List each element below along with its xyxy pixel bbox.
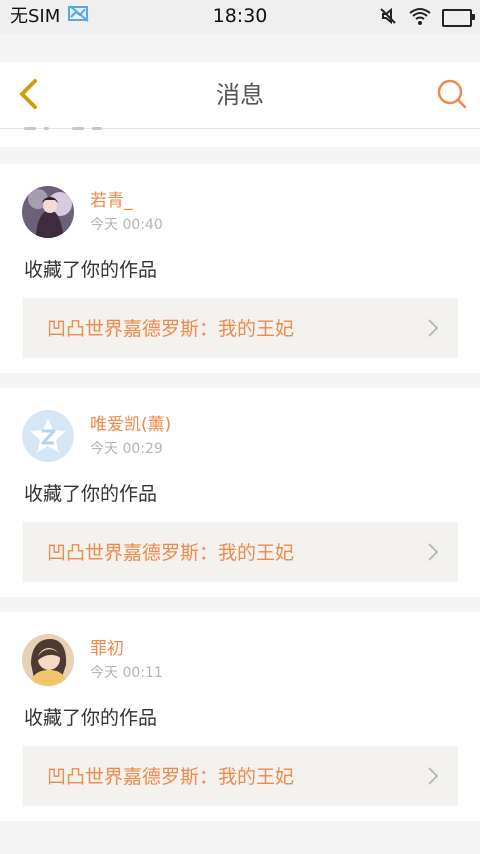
user-name[interactable]: 罪初	[90, 638, 124, 660]
status-bar: 无SIM 18:30	[0, 0, 480, 33]
search-icon	[437, 79, 467, 109]
work-link[interactable]: 凹凸世界嘉德罗斯：我的王妃	[23, 298, 458, 358]
message-time: 今天 00:29	[90, 441, 163, 457]
avatar[interactable]	[22, 634, 74, 686]
battery-icon	[442, 9, 475, 27]
partial-text-fragment	[92, 127, 102, 130]
message-action: 收藏了你的作品	[24, 707, 158, 729]
page-title: 消息	[216, 81, 264, 109]
navigation-bar: 消息	[0, 62, 480, 129]
avatar[interactable]	[22, 186, 74, 238]
partial-message-strip	[0, 127, 480, 147]
work-link[interactable]: 凹凸世界嘉德罗斯：我的王妃	[23, 746, 458, 806]
mute-icon	[378, 6, 398, 30]
status-right	[378, 6, 475, 30]
user-name[interactable]: 唯爱凯(薰)	[90, 414, 171, 436]
work-title: 凹凸世界嘉德罗斯：我的王妃	[47, 542, 295, 564]
message-action: 收藏了你的作品	[24, 259, 158, 281]
chevron-right-icon	[428, 319, 439, 337]
message-card[interactable]: 罪初 今天 00:11 收藏了你的作品 凹凸世界嘉德罗斯：我的王妃	[0, 612, 480, 821]
chevron-right-icon	[428, 543, 439, 561]
search-button[interactable]	[436, 78, 468, 110]
partial-text-fragment	[72, 127, 84, 130]
message-time: 今天 00:40	[90, 217, 163, 233]
partial-text-fragment	[24, 127, 36, 130]
partial-text-fragment	[44, 127, 49, 130]
message-action: 收藏了你的作品	[24, 483, 158, 505]
chevron-right-icon	[428, 767, 439, 785]
message-card[interactable]: 唯爱凯(薰) 今天 00:29 收藏了你的作品 凹凸世界嘉德罗斯：我的王妃	[0, 388, 480, 597]
work-link[interactable]: 凹凸世界嘉德罗斯：我的王妃	[23, 522, 458, 582]
work-title: 凹凸世界嘉德罗斯：我的王妃	[47, 766, 295, 788]
work-title: 凹凸世界嘉德罗斯：我的王妃	[47, 318, 295, 340]
avatar[interactable]	[22, 410, 74, 462]
user-name[interactable]: 若青_	[90, 190, 133, 212]
message-card[interactable]: 若青_ 今天 00:40 收藏了你的作品 凹凸世界嘉德罗斯：我的王妃	[0, 164, 480, 373]
message-time: 今天 00:11	[90, 665, 163, 681]
wifi-icon	[408, 6, 432, 30]
